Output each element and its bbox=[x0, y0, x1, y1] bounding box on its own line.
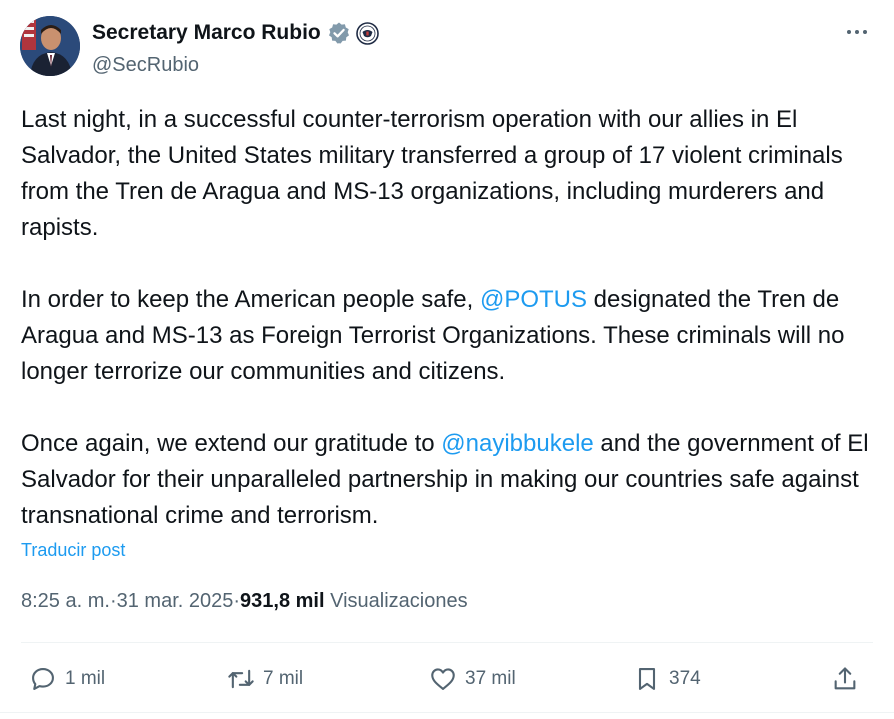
bottom-divider bbox=[0, 712, 894, 713]
repost-count: 7 mil bbox=[263, 668, 304, 689]
tweet-card: Secretary Marco Rubio @SecRubio Last nig… bbox=[0, 0, 894, 719]
repost-icon bbox=[228, 669, 254, 689]
tweet-paragraph-1: Last night, in a successful counter-terr… bbox=[21, 106, 843, 241]
tweet-text: Last night, in a successful counter-terr… bbox=[21, 102, 871, 534]
divider bbox=[21, 642, 873, 643]
name-row: Secretary Marco Rubio bbox=[92, 20, 379, 46]
reply-button[interactable]: 1 mil bbox=[29, 660, 105, 698]
like-button[interactable]: 37 mil bbox=[429, 660, 516, 698]
action-bar: 1 mil 7 mil 37 mil 374 bbox=[21, 660, 873, 698]
paragraph-text: In order to keep the American people saf… bbox=[21, 286, 480, 313]
views-label[interactable]: Visualizaciones bbox=[330, 590, 468, 613]
timestamp-time[interactable]: 8:25 a. m. bbox=[21, 590, 110, 613]
mention-link-nayibbukele[interactable]: @nayibbukele bbox=[441, 430, 593, 457]
verified-badge-icon[interactable] bbox=[327, 21, 351, 45]
avatar[interactable] bbox=[20, 16, 80, 76]
paragraph-text: Once again, we extend our gratitude to bbox=[21, 430, 442, 457]
views-count[interactable]: 931,8 mil bbox=[240, 590, 325, 613]
reply-count: 1 mil bbox=[65, 668, 106, 689]
repost-button[interactable]: 7 mil bbox=[227, 660, 303, 698]
display-name[interactable]: Secretary Marco Rubio bbox=[92, 21, 321, 45]
bookmark-icon bbox=[638, 668, 656, 690]
tweet-meta: 8:25 a. m. · 31 mar. 2025 · 931,8 mil Vi… bbox=[21, 590, 468, 613]
meta-separator: · bbox=[233, 590, 241, 612]
tweet-paragraph-2: In order to keep the American people saf… bbox=[21, 282, 871, 390]
tweet-header: Secretary Marco Rubio @SecRubio bbox=[20, 16, 874, 78]
mention-link-potus[interactable]: @POTUS bbox=[480, 286, 587, 313]
tweet-paragraph-3: Once again, we extend our gratitude to @… bbox=[21, 426, 871, 534]
share-icon bbox=[834, 667, 856, 690]
meta-separator: · bbox=[109, 590, 117, 612]
translate-post-link[interactable]: Traducir post bbox=[21, 540, 125, 561]
author-info: Secretary Marco Rubio @SecRubio bbox=[92, 20, 379, 77]
reply-icon bbox=[32, 668, 54, 690]
bookmark-count: 374 bbox=[669, 668, 701, 689]
state-department-seal-icon[interactable] bbox=[355, 21, 379, 45]
heart-icon bbox=[431, 668, 455, 690]
bookmark-button[interactable]: 374 bbox=[633, 660, 701, 698]
more-options-icon[interactable] bbox=[844, 22, 870, 42]
handle[interactable]: @SecRubio bbox=[92, 54, 379, 77]
like-count: 37 mil bbox=[465, 668, 516, 689]
timestamp-date[interactable]: 31 mar. 2025 bbox=[117, 590, 234, 613]
share-button[interactable] bbox=[831, 660, 859, 698]
